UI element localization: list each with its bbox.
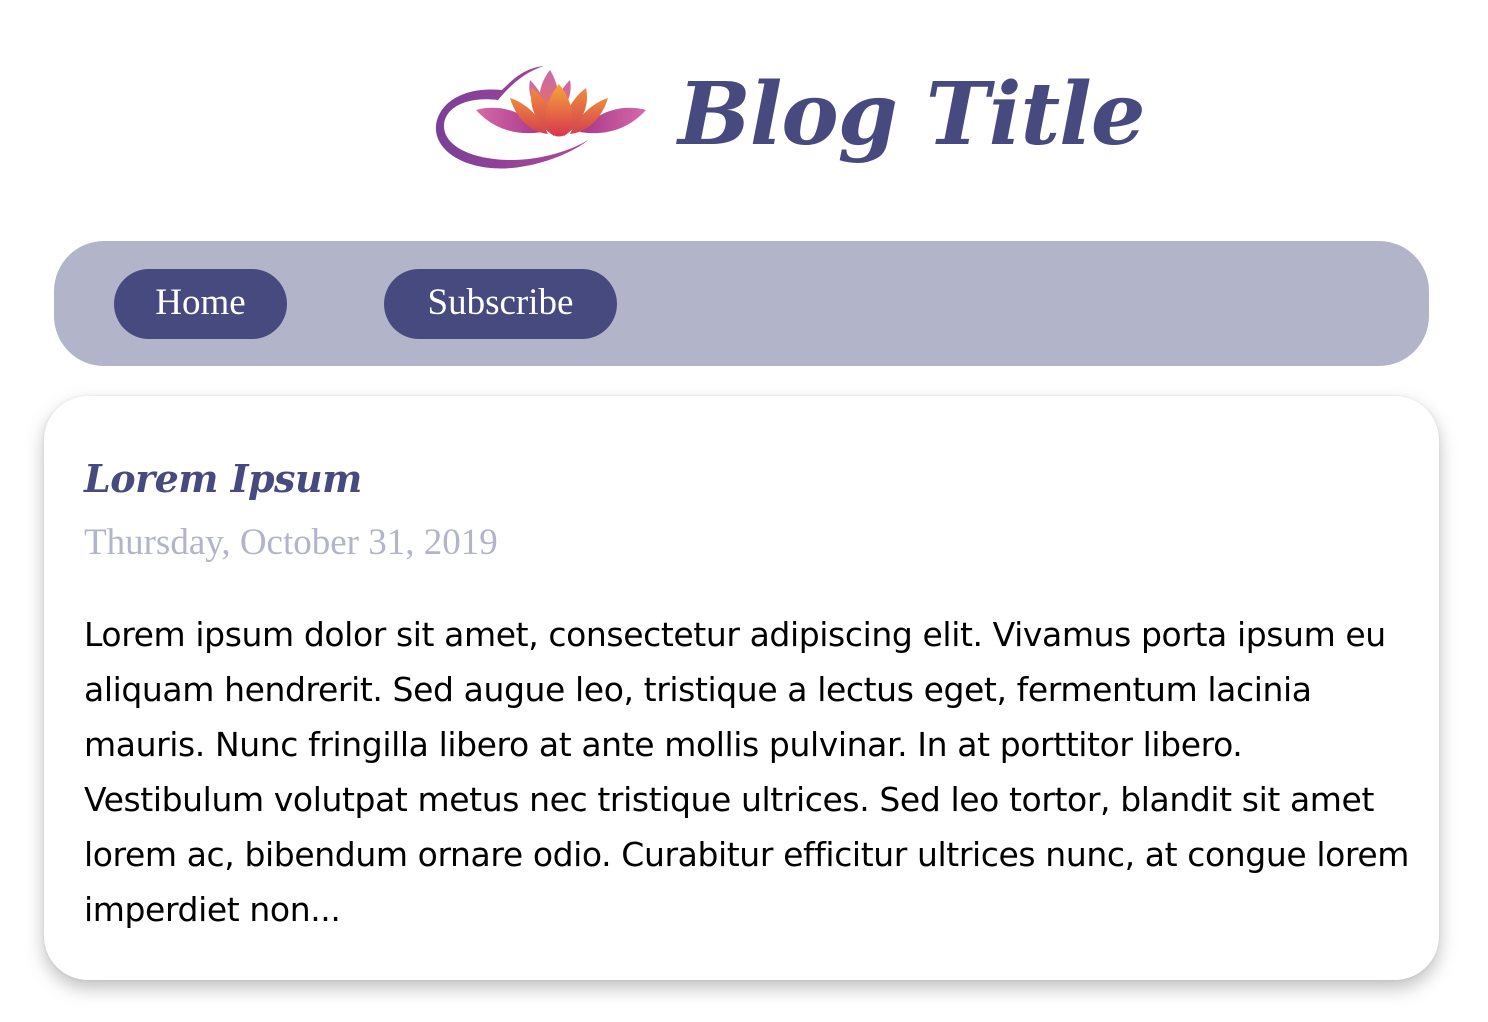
blog-title: Blog Title (678, 64, 1146, 165)
post-excerpt: Lorem ipsum dolor sit amet, consectetur … (84, 615, 1409, 929)
nav-home-button[interactable]: Home (114, 269, 287, 339)
main-nav: Home Subscribe (54, 241, 1429, 366)
lotus-logo-icon[interactable] (432, 60, 652, 175)
post-title[interactable]: Lorem Ipsum (84, 454, 362, 504)
post-date: Thursday, October 31, 2019 (84, 522, 498, 563)
nav-subscribe-button[interactable]: Subscribe (384, 269, 617, 339)
site-header: Blog Title (0, 0, 1488, 200)
post-card: Lorem Ipsum Thursday, October 31, 2019 L… (44, 396, 1439, 980)
